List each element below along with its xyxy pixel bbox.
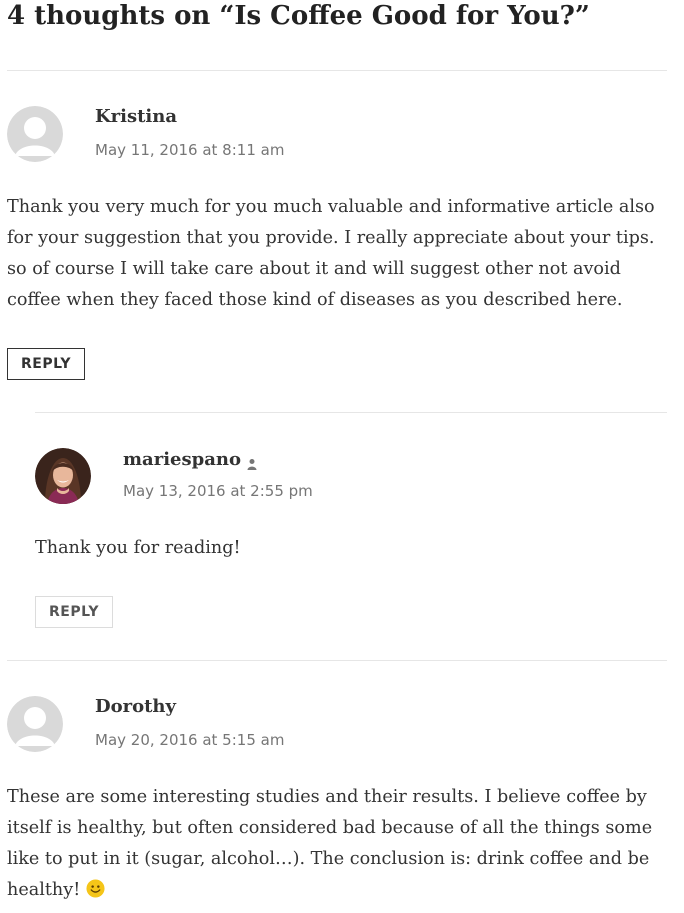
user-photo-avatar[interactable] (35, 448, 91, 504)
divider (35, 412, 667, 413)
comment-author[interactable]: mariespano (123, 449, 257, 470)
comment-date[interactable]: May 13, 2016 at 2:55 pm (123, 482, 313, 500)
default-avatar-icon[interactable] (7, 696, 63, 752)
reply-button[interactable]: REPLY (7, 348, 85, 380)
post-author-icon (247, 454, 257, 470)
smiley-emoji-icon (86, 878, 105, 909)
comment-author[interactable]: Dorothy (95, 696, 176, 717)
comment-author[interactable]: Kristina (95, 106, 177, 127)
default-avatar-icon[interactable] (7, 106, 63, 162)
comment-author-name[interactable]: mariespano (123, 449, 241, 470)
divider (7, 660, 667, 661)
reply-button[interactable]: REPLY (35, 596, 113, 628)
comment-date[interactable]: May 20, 2016 at 5:15 am (95, 731, 284, 749)
comments-area: 4 thoughts on “Is Coffee Good for You?” … (0, 0, 684, 913)
comments-title: 4 thoughts on “Is Coffee Good for You?” (7, 1, 590, 31)
comment-date[interactable]: May 11, 2016 at 8:11 am (95, 141, 284, 159)
divider (7, 70, 667, 71)
comment-text: Thank you for reading! (35, 538, 241, 558)
comment-text: Thank you very much for you much valuabl… (7, 197, 655, 310)
comment-text: These are some interesting studies and t… (7, 782, 672, 909)
